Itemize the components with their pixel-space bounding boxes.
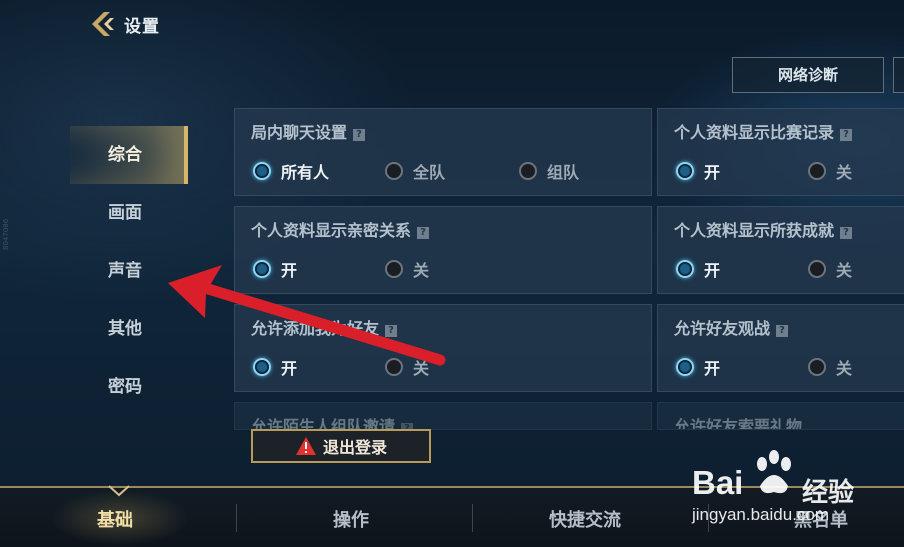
chevron-down-icon [108, 485, 130, 497]
warning-icon [295, 437, 316, 455]
tab-divider [236, 504, 237, 532]
gift-request-panel: 允许好友索要礼物 [657, 402, 904, 430]
sidebar-item-other[interactable]: 其他 [70, 300, 188, 358]
sidebar-item-password[interactable]: 密码 [70, 358, 188, 416]
chat-option-all[interactable]: 所有人 [253, 159, 329, 183]
radio-icon[interactable] [808, 162, 826, 180]
achievements-panel: 个人资料显示所获成就? 开 关 [657, 206, 904, 294]
back-icon[interactable] [88, 10, 118, 38]
tab-basic[interactable]: 基础 [97, 506, 133, 532]
match-record-on[interactable]: 开 [676, 159, 720, 183]
help-icon[interactable]: ? [840, 129, 853, 141]
watermark-logo: Bai [692, 464, 744, 501]
intimacy-title: 个人资料显示亲密关系 [251, 221, 412, 240]
radio-selected-icon[interactable] [676, 260, 694, 278]
help-icon[interactable]: ? [776, 325, 789, 337]
help-icon[interactable]: ? [385, 325, 398, 337]
logout-button[interactable]: 退出登录 [251, 429, 431, 463]
watermark-logo-tail: 经验 [802, 478, 855, 508]
achievements-on[interactable]: 开 [676, 257, 720, 281]
achievements-title: 个人资料显示所获成就 [674, 221, 835, 240]
radio-selected-icon[interactable] [253, 358, 271, 376]
watermark-url: jingyan.baidu.com [692, 505, 830, 524]
radio-icon[interactable] [385, 162, 403, 180]
add-friend-on[interactable]: 开 [253, 355, 297, 379]
sidebar-item-sound[interactable]: 声音 [70, 242, 188, 300]
spectate-on[interactable]: 开 [676, 355, 720, 379]
add-friend-off[interactable]: 关 [385, 355, 429, 379]
radio-selected-icon[interactable] [253, 162, 271, 180]
radio-icon[interactable] [808, 358, 826, 376]
radio-selected-icon[interactable] [253, 260, 271, 278]
baidu-watermark: Bai 经验 jingyan.baidu.com [692, 450, 902, 545]
intimacy-on[interactable]: 开 [253, 257, 297, 281]
paw-icon [757, 450, 791, 494]
side-code: 8047086 [2, 218, 10, 250]
sidebar-item-display[interactable]: 画面 [70, 184, 188, 242]
network-diagnose-button[interactable]: 网络诊断 [732, 57, 884, 93]
sidebar-item-general[interactable]: 综合 [70, 126, 188, 184]
radio-selected-icon[interactable] [676, 358, 694, 376]
chat-option-party[interactable]: 组队 [519, 159, 579, 183]
spectate-off[interactable]: 关 [808, 355, 852, 379]
radio-icon[interactable] [808, 260, 826, 278]
radio-icon[interactable] [519, 162, 537, 180]
chat-option-team[interactable]: 全队 [385, 159, 445, 183]
tab-quick-chat[interactable]: 快捷交流 [549, 506, 621, 532]
spectate-title: 允许好友观战 [674, 319, 771, 338]
add-friend-panel: 允许添加我为好友? 开 关 [234, 304, 652, 392]
sidebar: 综合 画面 声音 其他 密码 [70, 126, 188, 416]
radio-selected-icon[interactable] [676, 162, 694, 180]
tab-divider [472, 504, 473, 532]
top-bar: 设置 [0, 0, 904, 50]
help-icon[interactable]: ? [417, 227, 430, 239]
intimacy-panel: 个人资料显示亲密关系? 开 关 [234, 206, 652, 294]
match-record-off[interactable]: 关 [808, 159, 852, 183]
match-record-panel: 个人资料显示比赛记录? 开 关 [657, 108, 904, 196]
chat-settings-panel: 局内聊天设置? 所有人 全队 组队 [234, 108, 652, 196]
achievements-off[interactable]: 关 [808, 257, 852, 281]
tab-controls[interactable]: 操作 [333, 506, 369, 532]
radio-icon[interactable] [385, 260, 403, 278]
gift-request-title: 允许好友索要礼物 [674, 417, 803, 430]
stranger-invite-panel: 允许陌生人组队邀请? [234, 402, 652, 430]
spectate-panel: 允许好友观战? 开 关 [657, 304, 904, 392]
extra-top-button[interactable] [893, 57, 904, 93]
intimacy-off[interactable]: 关 [385, 257, 429, 281]
help-icon[interactable]: ? [840, 227, 853, 239]
chat-settings-title: 局内聊天设置 [251, 123, 348, 142]
page-title: 设置 [124, 17, 160, 37]
match-record-title: 个人资料显示比赛记录 [674, 123, 835, 142]
help-icon[interactable]: ? [353, 129, 366, 141]
logout-label: 退出登录 [322, 438, 387, 457]
radio-icon[interactable] [385, 358, 403, 376]
add-friend-title: 允许添加我为好友 [251, 319, 380, 338]
